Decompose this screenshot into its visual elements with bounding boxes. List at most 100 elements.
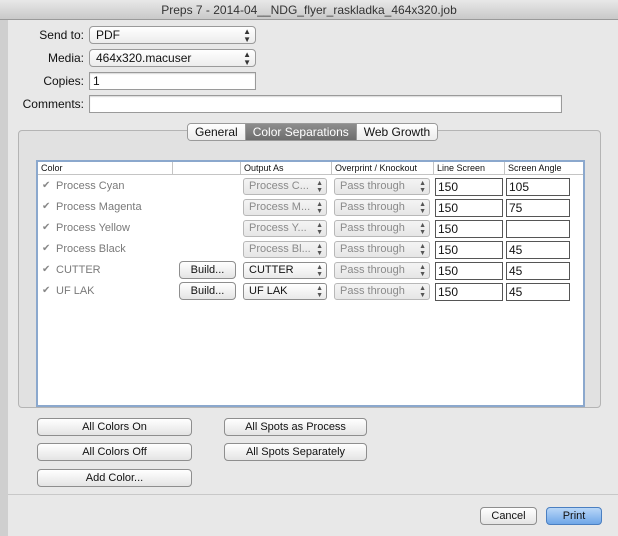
tab-bar: General Color Separations Web Growth [187,123,439,141]
overprint-select[interactable]: Pass through ▲ ▼ [334,283,430,300]
header-build [173,162,241,175]
table-row: ✔ Process Yellow Process Y... ▲ ▼ Pass thr… [38,218,583,239]
select-arrows-icon: ▲ ▼ [243,27,251,44]
line-screen-input[interactable]: 150 [435,199,503,217]
line-screen-input[interactable]: 150 [435,220,503,238]
overprint-select[interactable]: Pass through ▲ ▼ [334,262,430,279]
checkbox-checked-icon[interactable]: ✔ [42,244,53,255]
output-as-select[interactable]: UF LAK ▲ ▼ [243,283,327,300]
output-as-value: Process Y... [249,222,307,234]
send-to-select[interactable]: PDF ▲ ▼ [89,26,256,44]
overprint-select[interactable]: Pass through ▲ ▼ [334,199,430,216]
all-spots-as-process-button[interactable]: All Spots as Process [224,418,367,436]
screen-angle-input[interactable]: 75 [506,199,570,217]
output-as-select[interactable]: CUTTER ▲ ▼ [243,262,327,279]
table-header: Color Output As Overprint / Knockout Lin… [38,162,583,175]
checkbox-checked-icon[interactable]: ✔ [42,181,53,192]
output-as-select[interactable]: Process C... ▲ ▼ [243,178,327,195]
checkbox-checked-icon[interactable]: ✔ [42,286,53,297]
table-row: ✔ Process Black Process Bl... ▲ ▼ Pass thr… [38,239,583,260]
all-spots-separately-button[interactable]: All Spots Separately [224,443,367,461]
window-title: Preps 7 - 2014-04__NDG_flyer_raskladka_4… [0,0,618,20]
table-row: ✔ UF LAK Build... UF LAK ▲ ▼ Pass through ▲… [38,281,583,302]
tab-web-growth[interactable]: Web Growth [356,124,438,140]
screen-angle-input[interactable]: 45 [506,262,570,280]
output-as-value: UF LAK [249,285,288,297]
color-name: UF LAK [56,285,95,297]
select-arrows-icon: ▲ ▼ [316,180,323,194]
line-screen-input[interactable]: 150 [435,283,503,301]
screen-angle-input[interactable] [506,220,570,238]
cancel-button[interactable]: Cancel [480,507,537,525]
output-as-value: Process Bl... [249,243,311,255]
overprint-value: Pass through [340,285,405,297]
header-overprint[interactable]: Overprint / Knockout [332,162,434,175]
overprint-select[interactable]: Pass through ▲ ▼ [334,241,430,258]
output-as-value: CUTTER [249,264,294,276]
overprint-value: Pass through [340,180,405,192]
comments-input[interactable] [89,95,562,113]
header-line-screen[interactable]: Line Screen [434,162,505,175]
select-arrows-icon: ▲ ▼ [316,264,323,278]
send-to-value: PDF [96,28,120,42]
table-row: ✔ CUTTER Build... CUTTER ▲ ▼ Pass through ▲… [38,260,583,281]
build-button[interactable]: Build... [179,282,236,300]
output-as-value: Process C... [249,180,309,192]
select-arrows-icon: ▲ ▼ [243,50,251,67]
color-separations-table: Color Output As Overprint / Knockout Lin… [36,160,585,407]
table-row: ✔ Process Cyan Process C... ▲ ▼ Pass throu… [38,176,583,197]
all-colors-on-button[interactable]: All Colors On [37,418,192,436]
overprint-value: Pass through [340,201,405,213]
select-arrows-icon: ▲ ▼ [419,243,426,257]
screen-angle-input[interactable]: 45 [506,283,570,301]
checkbox-checked-icon[interactable]: ✔ [42,265,53,276]
overprint-value: Pass through [340,243,405,255]
select-arrows-icon: ▲ ▼ [316,243,323,257]
select-arrows-icon: ▲ ▼ [316,201,323,215]
print-button[interactable]: Print [546,507,602,525]
sheet-edge [0,20,8,536]
tab-general[interactable]: General [188,124,246,140]
screen-angle-input[interactable]: 45 [506,241,570,259]
screen-angle-input[interactable]: 105 [506,178,570,196]
select-arrows-icon: ▲ ▼ [316,222,323,236]
header-color[interactable]: Color [38,162,173,175]
copies-input[interactable]: 1 [89,72,256,90]
checkbox-checked-icon[interactable]: ✔ [42,202,53,213]
tab-color-separations[interactable]: Color Separations [245,124,357,140]
output-as-select[interactable]: Process Bl... ▲ ▼ [243,241,327,258]
output-as-select[interactable]: Process Y... ▲ ▼ [243,220,327,237]
select-arrows-icon: ▲ ▼ [419,264,426,278]
select-arrows-icon: ▲ ▼ [419,285,426,299]
line-screen-input[interactable]: 150 [435,241,503,259]
color-name: Process Yellow [56,222,130,234]
output-as-value: Process M... [249,201,311,213]
footer-divider [8,494,618,495]
all-colors-off-button[interactable]: All Colors Off [37,443,192,461]
color-name: Process Black [56,243,126,255]
comments-label: Comments: [22,97,84,111]
line-screen-input[interactable]: 150 [435,178,503,196]
color-name: CUTTER [56,264,101,276]
table-row: ✔ Process Magenta Process M... ▲ ▼ Pass th… [38,197,583,218]
send-to-label: Send to: [39,28,84,42]
add-color-button[interactable]: Add Color... [37,469,192,487]
output-as-select[interactable]: Process M... ▲ ▼ [243,199,327,216]
header-screen-angle[interactable]: Screen Angle [505,162,583,175]
media-label: Media: [47,51,84,65]
build-button[interactable]: Build... [179,261,236,279]
select-arrows-icon: ▲ ▼ [419,222,426,236]
overprint-value: Pass through [340,222,405,234]
select-arrows-icon: ▲ ▼ [316,285,323,299]
overprint-select[interactable]: Pass through ▲ ▼ [334,178,430,195]
header-output-as[interactable]: Output As [241,162,332,175]
select-arrows-icon: ▲ ▼ [419,201,426,215]
copies-label: Copies: [43,74,84,88]
checkbox-checked-icon[interactable]: ✔ [42,223,53,234]
color-name: Process Magenta [56,201,142,213]
overprint-select[interactable]: Pass through ▲ ▼ [334,220,430,237]
media-value: 464x320.macuser [96,51,192,65]
color-name: Process Cyan [56,180,125,192]
media-select[interactable]: 464x320.macuser ▲ ▼ [89,49,256,67]
line-screen-input[interactable]: 150 [435,262,503,280]
